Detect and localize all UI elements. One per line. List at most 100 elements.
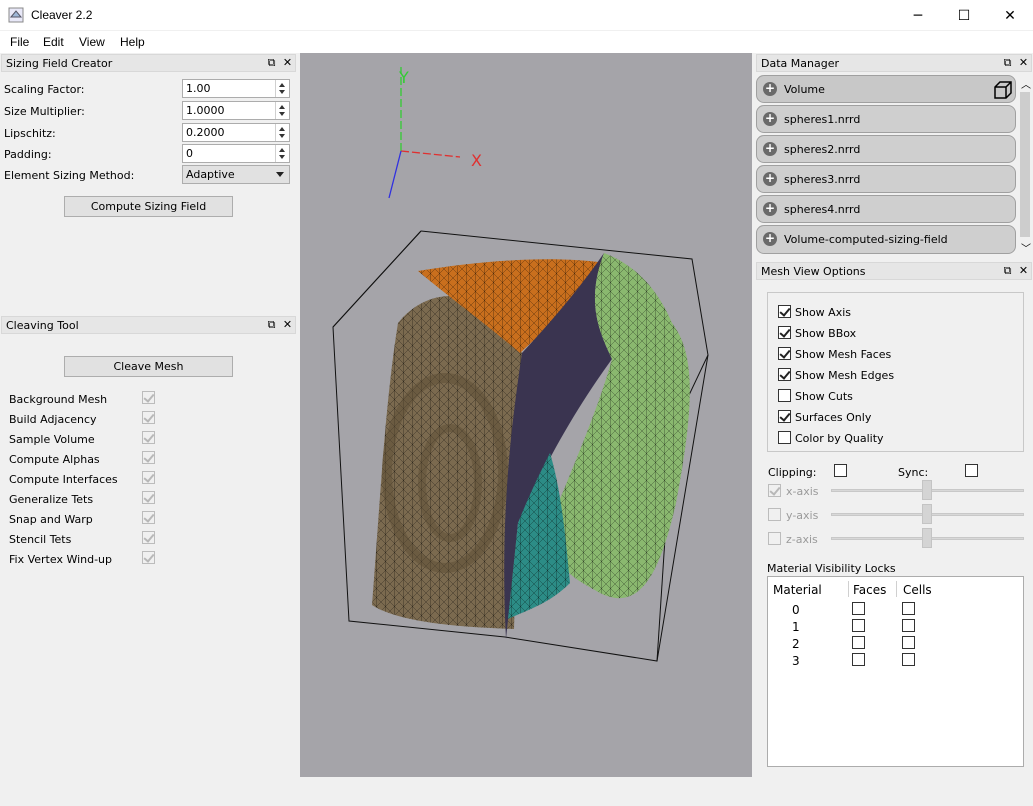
expand-icon[interactable]: +: [763, 172, 777, 186]
minimize-button[interactable]: ─: [895, 0, 941, 31]
x-axis-checkbox[interactable]: [768, 484, 781, 497]
show-mesh-faces-checkbox[interactable]: [778, 347, 791, 360]
faces-lock-checkbox[interactable]: [852, 653, 865, 666]
faces-lock-checkbox[interactable]: [852, 619, 865, 632]
y-axis-label: y-axis: [786, 509, 819, 522]
step-checkbox: [142, 391, 155, 404]
float-icon[interactable]: ⧉: [1001, 56, 1014, 70]
material-header: Material: [773, 583, 822, 597]
expand-icon[interactable]: +: [763, 232, 777, 246]
show-mesh-faces-label: Show Mesh Faces: [795, 348, 892, 361]
menu-bar: [0, 31, 1033, 53]
show-bbox-label: Show BBox: [795, 327, 857, 340]
menu-view[interactable]: View: [79, 35, 105, 49]
color-by-quality-checkbox[interactable]: [778, 431, 791, 444]
data-manager-title: Data Manager: [761, 57, 839, 70]
data-item-volume[interactable]: + Volume: [756, 75, 1016, 103]
data-manager-dock-title[interactable]: Data Manager ⧉ ✕: [756, 54, 1032, 72]
sizing-field-dock-title[interactable]: Sizing Field Creator ⧉ ✕: [1, 54, 296, 72]
element-sizing-method-select[interactable]: Adaptive: [182, 165, 290, 184]
material-row-label: 2: [792, 637, 800, 651]
mesh-view-dock-title[interactable]: Mesh View Options ⧉ ✕: [756, 262, 1032, 280]
show-bbox-checkbox[interactable]: [778, 326, 791, 339]
y-axis-slider-handle[interactable]: [922, 504, 932, 524]
element-sizing-method-label: Element Sizing Method:: [4, 169, 135, 182]
material-row-label: 1: [792, 620, 800, 634]
scrollbar-thumb[interactable]: [1020, 92, 1030, 237]
mesh-viewport[interactable]: X Y: [300, 53, 752, 777]
mesh-view-title: Mesh View Options: [761, 265, 866, 278]
axis-y-label: Y: [398, 68, 409, 87]
scroll-up-icon[interactable]: ︿: [1021, 76, 1031, 91]
show-cuts-checkbox[interactable]: [778, 389, 791, 402]
step-checkbox: [142, 451, 155, 464]
show-mesh-edges-label: Show Mesh Edges: [795, 369, 895, 382]
cells-lock-checkbox[interactable]: [902, 602, 915, 615]
chevron-down-icon: [276, 172, 284, 177]
z-axis-checkbox[interactable]: [768, 532, 781, 545]
z-axis-slider-handle[interactable]: [922, 528, 932, 548]
sync-checkbox[interactable]: [965, 464, 978, 477]
size-multiplier-label: Size Multiplier:: [4, 105, 85, 118]
mesh-render: X Y: [332, 67, 709, 662]
cleave-mesh-button[interactable]: Cleave Mesh: [64, 356, 233, 377]
float-icon[interactable]: ⧉: [265, 318, 278, 332]
material-locks-table: [767, 576, 1024, 767]
menu-edit[interactable]: Edit: [43, 35, 64, 49]
data-item-spheres1[interactable]: + spheres1.nrrd: [756, 105, 1016, 133]
step-checkbox: [142, 411, 155, 424]
scroll-down-icon[interactable]: ﹀: [1021, 240, 1031, 255]
show-axis-checkbox[interactable]: [778, 305, 791, 318]
size-multiplier-spinbox[interactable]: 1.0000: [182, 101, 290, 120]
close-icon[interactable]: ✕: [1017, 56, 1030, 70]
menu-help[interactable]: Help: [120, 35, 145, 49]
data-item-spheres3[interactable]: + spheres3.nrrd: [756, 165, 1016, 193]
cube-icon: [994, 81, 1012, 99]
clipping-label: Clipping:: [768, 466, 817, 479]
data-item-spheres4[interactable]: + spheres4.nrrd: [756, 195, 1016, 223]
color-by-quality-label: Color by Quality: [795, 432, 884, 445]
cells-lock-checkbox[interactable]: [902, 619, 915, 632]
faces-header: Faces: [853, 583, 887, 597]
show-mesh-edges-checkbox[interactable]: [778, 368, 791, 381]
compute-sizing-field-button[interactable]: Compute Sizing Field: [64, 196, 233, 217]
material-row-label: 0: [792, 603, 800, 617]
sizing-field-title: Sizing Field Creator: [6, 57, 113, 70]
float-icon[interactable]: ⧉: [265, 56, 278, 70]
step-label: Build Adjacency: [9, 413, 97, 426]
faces-lock-checkbox[interactable]: [852, 602, 865, 615]
step-checkbox: [142, 511, 155, 524]
close-button[interactable]: ✕: [987, 0, 1033, 31]
data-manager-scrollbar[interactable]: ︿ ﹀: [1018, 74, 1032, 256]
x-axis-label: x-axis: [786, 485, 819, 498]
padding-label: Padding:: [4, 148, 52, 161]
cells-lock-checkbox[interactable]: [902, 636, 915, 649]
step-label: Fix Vertex Wind-up: [9, 553, 113, 566]
surfaces-only-checkbox[interactable]: [778, 410, 791, 423]
menu-file[interactable]: File: [10, 35, 29, 49]
close-icon[interactable]: ✕: [281, 56, 294, 70]
expand-icon[interactable]: +: [763, 202, 777, 216]
step-checkbox: [142, 471, 155, 484]
expand-icon[interactable]: +: [763, 112, 777, 126]
data-item-spheres2[interactable]: + spheres2.nrrd: [756, 135, 1016, 163]
lipschitz-spinbox[interactable]: 0.2000: [182, 123, 290, 142]
expand-icon[interactable]: +: [763, 82, 777, 96]
close-icon[interactable]: ✕: [281, 318, 294, 332]
expand-icon[interactable]: +: [763, 142, 777, 156]
maximize-button[interactable]: ☐: [941, 0, 987, 31]
sync-label: Sync:: [898, 466, 929, 479]
padding-spinbox[interactable]: 0: [182, 144, 290, 163]
cells-lock-checkbox[interactable]: [902, 653, 915, 666]
float-icon[interactable]: ⧉: [1001, 264, 1014, 278]
close-icon[interactable]: ✕: [1017, 264, 1030, 278]
step-label: Compute Alphas: [9, 453, 100, 466]
step-label: Snap and Warp: [9, 513, 93, 526]
scaling-factor-spinbox[interactable]: 1.00: [182, 79, 290, 98]
faces-lock-checkbox[interactable]: [852, 636, 865, 649]
cleaving-tool-dock-title[interactable]: Cleaving Tool ⧉ ✕: [1, 316, 296, 334]
x-axis-slider-handle[interactable]: [922, 480, 932, 500]
y-axis-checkbox[interactable]: [768, 508, 781, 521]
clipping-checkbox[interactable]: [834, 464, 847, 477]
data-item-sizing-field[interactable]: + Volume-computed-sizing-field: [756, 225, 1016, 254]
